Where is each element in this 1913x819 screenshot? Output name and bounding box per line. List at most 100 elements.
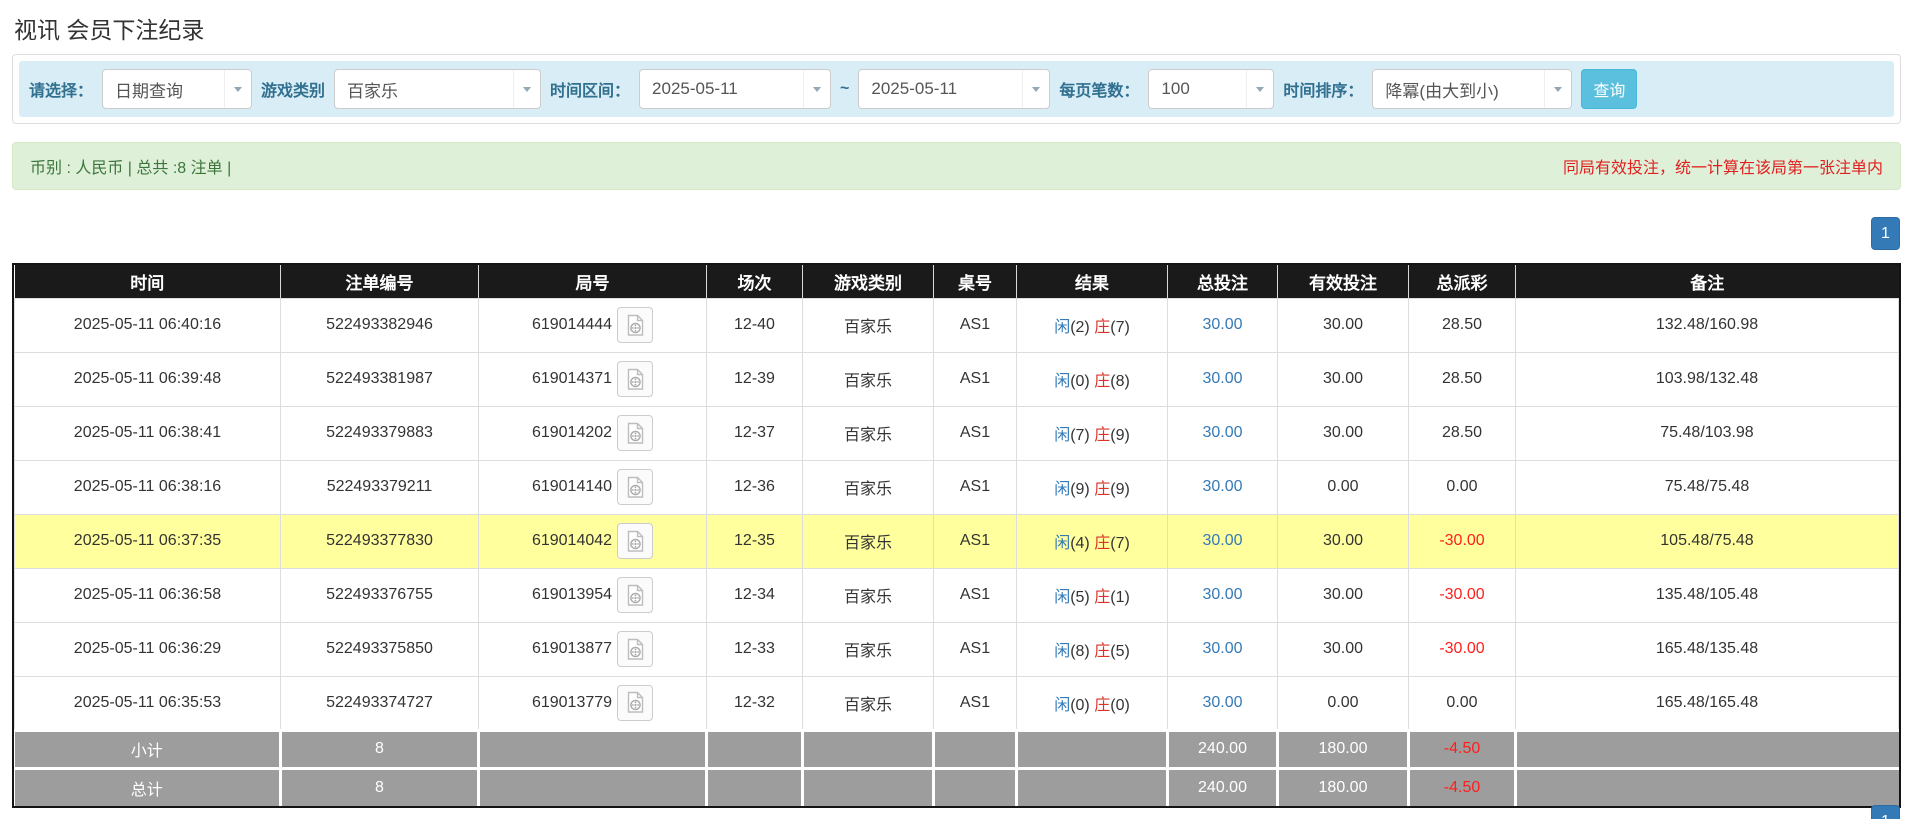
subtotal-count: 8 bbox=[281, 730, 479, 768]
valid-bet-cell: 0.00 bbox=[1278, 460, 1409, 514]
remark-cell: 165.48/165.48 bbox=[1516, 676, 1899, 730]
filter-panel: 请选择： 日期查询 游戏类别 百家乐 时间区间： 2025-05-11 ~ 20… bbox=[12, 54, 1901, 124]
sort-value: 降冪(由大到小) bbox=[1373, 77, 1544, 102]
remark-cell: 103.98/132.48 bbox=[1516, 352, 1899, 406]
grand-total-label: 总计 bbox=[15, 768, 281, 806]
header-cell: 桌号 bbox=[934, 265, 1017, 298]
video-replay-button[interactable] bbox=[617, 469, 653, 505]
game-type-select[interactable]: 百家乐 bbox=[334, 69, 541, 109]
filter-bar: 请选择： 日期查询 游戏类别 百家乐 时间区间： 2025-05-11 ~ 20… bbox=[19, 61, 1894, 117]
remark-cell: 105.48/75.48 bbox=[1516, 514, 1899, 568]
time-cell: 2025-05-11 06:38:41 bbox=[15, 406, 281, 460]
banker-result-label: 庄 bbox=[1094, 481, 1110, 498]
total-bet-link[interactable]: 30.00 bbox=[1202, 640, 1242, 657]
table-body: 2025-05-11 06:40:16 522493382946 6190144… bbox=[15, 298, 1899, 730]
game-type-value: 百家乐 bbox=[335, 77, 513, 102]
time-cell: 2025-05-11 06:36:58 bbox=[15, 568, 281, 622]
header-cell: 结果 bbox=[1017, 265, 1168, 298]
payout-cell: 0.00 bbox=[1409, 460, 1516, 514]
video-replay-button[interactable] bbox=[617, 631, 653, 667]
game-type-cell: 百家乐 bbox=[803, 568, 934, 622]
video-file-icon bbox=[625, 530, 646, 553]
date-to-select[interactable]: 2025-05-11 bbox=[858, 69, 1050, 109]
bet-id-cell: 522493382946 bbox=[281, 298, 479, 352]
game-type-cell: 百家乐 bbox=[803, 406, 934, 460]
banker-result-value: (1) bbox=[1110, 589, 1130, 606]
round-id-cell: 619014202 bbox=[479, 406, 707, 460]
video-replay-button[interactable] bbox=[617, 685, 653, 721]
round-id-cell: 619014444 bbox=[479, 298, 707, 352]
remark-cell: 75.48/103.98 bbox=[1516, 406, 1899, 460]
video-replay-button[interactable] bbox=[617, 415, 653, 451]
session-cell: 12-39 bbox=[707, 352, 803, 406]
banker-result-label: 庄 bbox=[1094, 589, 1110, 606]
chevron-down-icon bbox=[224, 70, 251, 108]
payout-cell: -30.00 bbox=[1409, 568, 1516, 622]
video-file-icon bbox=[625, 368, 646, 391]
payout-cell: 0.00 bbox=[1409, 676, 1516, 730]
page-1-button-bottom[interactable]: 1 bbox=[1871, 805, 1900, 819]
chevron-down-icon bbox=[803, 70, 830, 108]
table-no-cell: AS1 bbox=[934, 352, 1017, 406]
video-replay-button[interactable] bbox=[617, 361, 653, 397]
subtotal-payout: -4.50 bbox=[1409, 730, 1516, 768]
total-bet-link[interactable]: 30.00 bbox=[1202, 694, 1242, 711]
header-cell: 游戏类别 bbox=[803, 265, 934, 298]
bet-id-cell: 522493376755 bbox=[281, 568, 479, 622]
valid-bet-cell: 30.00 bbox=[1278, 298, 1409, 352]
game-type-cell: 百家乐 bbox=[803, 514, 934, 568]
page-size-select[interactable]: 100 bbox=[1148, 69, 1274, 109]
round-id: 619014140 bbox=[532, 478, 612, 496]
video-replay-button[interactable] bbox=[617, 577, 653, 613]
total-bet-link[interactable]: 30.00 bbox=[1202, 586, 1242, 603]
date-from-value: 2025-05-11 bbox=[640, 79, 803, 99]
player-result-label: 闲 bbox=[1054, 589, 1070, 606]
page-1-button[interactable]: 1 bbox=[1871, 217, 1900, 250]
remark-cell: 135.48/105.48 bbox=[1516, 568, 1899, 622]
subtotal-valid-bet: 180.00 bbox=[1278, 730, 1409, 768]
chevron-down-icon bbox=[1022, 70, 1049, 108]
date-from-select[interactable]: 2025-05-11 bbox=[639, 69, 831, 109]
video-file-icon bbox=[625, 314, 646, 337]
session-cell: 12-33 bbox=[707, 622, 803, 676]
total-bet-link[interactable]: 30.00 bbox=[1202, 478, 1242, 495]
banker-result-value: (7) bbox=[1110, 535, 1130, 552]
query-type-label: 请选择： bbox=[29, 77, 93, 101]
header-cell: 备注 bbox=[1516, 265, 1899, 298]
sort-select[interactable]: 降冪(由大到小) bbox=[1372, 69, 1572, 109]
player-result-value: (0) bbox=[1070, 373, 1090, 390]
bet-id-cell: 522493379211 bbox=[281, 460, 479, 514]
total-bet-cell: 30.00 bbox=[1168, 298, 1278, 352]
player-result-value: (7) bbox=[1070, 427, 1090, 444]
round-id: 619013779 bbox=[532, 694, 612, 712]
video-replay-button[interactable] bbox=[617, 307, 653, 343]
result-cell: 闲(7) 庄(9) bbox=[1017, 406, 1168, 460]
total-bet-link[interactable]: 30.00 bbox=[1202, 316, 1242, 333]
valid-bet-cell: 30.00 bbox=[1278, 352, 1409, 406]
total-bet-link[interactable]: 30.00 bbox=[1202, 424, 1242, 441]
round-id-cell: 619013779 bbox=[479, 676, 707, 730]
valid-bet-cell: 30.00 bbox=[1278, 514, 1409, 568]
player-result-label: 闲 bbox=[1054, 643, 1070, 660]
round-id: 619013954 bbox=[532, 586, 612, 604]
player-result-value: (2) bbox=[1070, 319, 1090, 336]
date-to-value: 2025-05-11 bbox=[859, 79, 1022, 99]
player-result-value: (5) bbox=[1070, 589, 1090, 606]
bet-id-cell: 522493374727 bbox=[281, 676, 479, 730]
video-replay-button[interactable] bbox=[617, 523, 653, 559]
table-no-cell: AS1 bbox=[934, 298, 1017, 352]
total-bet-cell: 30.00 bbox=[1168, 568, 1278, 622]
query-type-select[interactable]: 日期查询 bbox=[102, 69, 252, 109]
search-button[interactable]: 查询 bbox=[1581, 69, 1637, 109]
total-bet-cell: 30.00 bbox=[1168, 352, 1278, 406]
table-no-cell: AS1 bbox=[934, 460, 1017, 514]
chevron-down-icon bbox=[1246, 70, 1273, 108]
total-bet-link[interactable]: 30.00 bbox=[1202, 532, 1242, 549]
time-cell: 2025-05-11 06:38:16 bbox=[15, 460, 281, 514]
page-size-label: 每页笔数： bbox=[1059, 77, 1139, 101]
session-cell: 12-35 bbox=[707, 514, 803, 568]
total-bet-link[interactable]: 30.00 bbox=[1202, 370, 1242, 387]
round-id-cell: 619013954 bbox=[479, 568, 707, 622]
banker-result-value: (9) bbox=[1110, 481, 1130, 498]
total-bet-cell: 30.00 bbox=[1168, 622, 1278, 676]
